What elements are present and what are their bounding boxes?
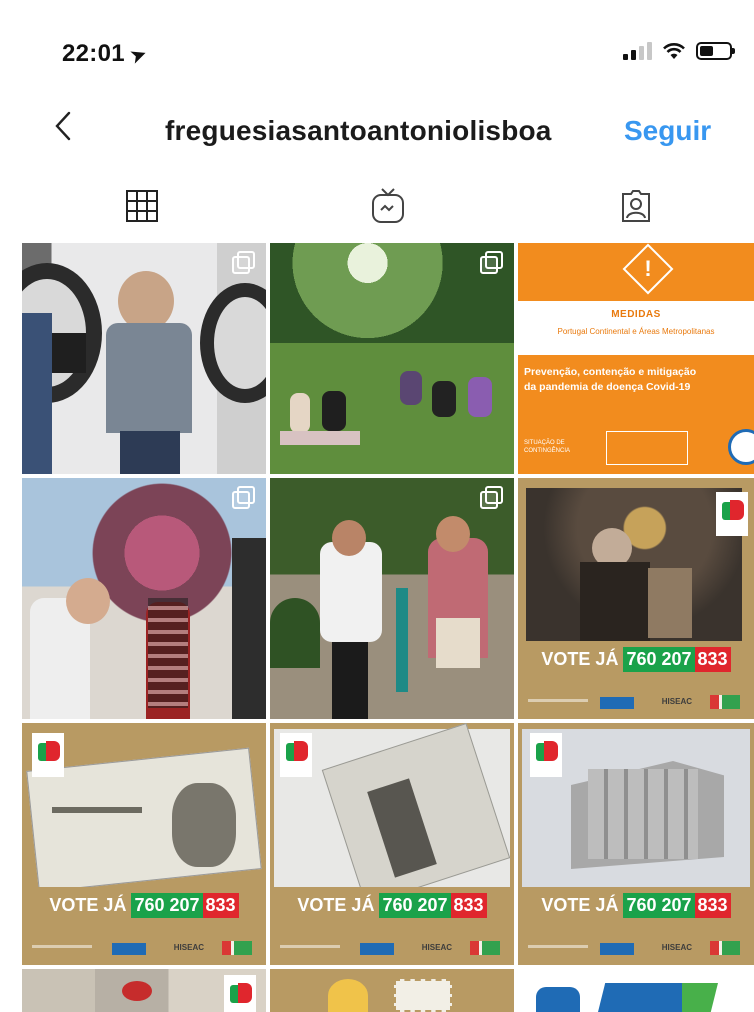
multiple-photos-icon (232, 486, 256, 510)
campaign-badge-icon (32, 733, 64, 777)
campaign-badge-icon (280, 733, 312, 777)
vote-prefix: VOTE JÁ (49, 895, 127, 915)
post-tile[interactable] (22, 243, 266, 474)
post-tile[interactable]: VOTE JÁ 760 207 833 HISEAC (518, 478, 754, 719)
vote-panel: VOTE JÁ 760 207 833 HISEAC (22, 887, 266, 965)
campaign-badge-icon (716, 492, 748, 536)
igtv-icon (372, 188, 404, 223)
poster-logo-box (606, 431, 688, 465)
signal-icon (623, 42, 652, 60)
poster-text: Prevenção, contenção e mitigação da pand… (524, 365, 752, 395)
sponsor-logo (112, 943, 146, 955)
post-tile[interactable] (518, 969, 754, 1012)
sponsor-hiseac: HISEAC (661, 697, 692, 706)
location-arrow-icon: ➤ (127, 43, 150, 68)
post-tile[interactable]: VOTE JÁ 760 207 833 HISEAC (22, 723, 266, 965)
poster-text-line: da pandemia de doença Covid-19 (524, 381, 691, 393)
sponsor-logo (600, 697, 634, 709)
poster-subtitle: Portugal Continental e Áreas Metropolita… (557, 327, 715, 336)
post-tile[interactable]: VOTE JÁ 760 207 833 HISEAC (518, 723, 754, 965)
tab-igtv[interactable] (366, 184, 410, 228)
post-tile[interactable] (270, 969, 514, 1012)
vote-number-red: 833 (694, 647, 731, 672)
wifi-icon (663, 43, 685, 59)
sponsor-hiseac: HISEAC (173, 943, 204, 952)
exclamation-icon: ! (644, 256, 652, 281)
sponsor-hiseac: HISEAC (661, 943, 692, 952)
multiple-photos-icon (480, 486, 504, 510)
multiple-photos-icon (480, 251, 504, 275)
multiple-photos-icon (232, 251, 256, 275)
poster-text-line: Prevenção, contenção e mitigação (524, 366, 697, 378)
post-tile[interactable]: VOTE JÁ 760 207 833 HISEAC (270, 723, 514, 965)
post-tile[interactable] (22, 478, 266, 719)
status-time: 22:01 ➤ (62, 40, 150, 68)
vote-prefix: VOTE JÁ (297, 895, 375, 915)
sponsor-flag-logo (710, 695, 740, 709)
vote-number-green: 760 207 (623, 893, 695, 918)
post-tile[interactable] (22, 969, 266, 1012)
vote-panel: VOTE JÁ 760 207 833 HISEAC (270, 887, 514, 965)
civil-protection-emblem-icon (728, 429, 754, 465)
poster-title: MEDIDAS (611, 309, 661, 320)
post-tile[interactable] (270, 478, 514, 719)
post-tile[interactable]: ! MEDIDAS Portugal Continental e Áreas M… (518, 243, 754, 474)
grid-icon (126, 190, 158, 222)
sponsor-logo (360, 943, 394, 955)
sponsor-logo (600, 943, 634, 955)
vote-number-green: 760 207 (131, 893, 203, 918)
back-chevron-icon[interactable] (54, 111, 72, 141)
post-tile[interactable] (270, 243, 514, 474)
follow-button[interactable]: Seguir (624, 115, 711, 147)
vote-panel: VOTE JÁ 760 207 833 HISEAC (518, 641, 754, 719)
sponsor-hiseac: HISEAC (421, 943, 452, 952)
tab-tagged[interactable] (614, 184, 658, 228)
profile-username: freguesiasantoantoniolisboa (165, 115, 552, 146)
vote-number-green: 760 207 (379, 893, 451, 918)
vote-prefix: VOTE JÁ (541, 895, 619, 915)
poster-banner: ! (518, 243, 754, 301)
poster-band: Prevenção, contenção e mitigação da pand… (518, 355, 754, 474)
status-bar: 22:01 ➤ (0, 0, 754, 90)
sponsor-flag-logo (710, 941, 740, 955)
battery-icon (696, 42, 735, 60)
vote-number-red: 833 (694, 893, 731, 918)
tagged-person-icon (622, 190, 650, 222)
sponsor-flag-logo (222, 941, 252, 955)
campaign-badge-icon (224, 975, 256, 1012)
vote-number-green: 760 207 (623, 647, 695, 672)
sponsor-flag-logo (470, 941, 500, 955)
vote-prefix: VOTE JÁ (541, 649, 619, 669)
profile-tabs (0, 178, 754, 238)
poster-small-text: SITUAÇÃO DE CONTINGÊNCIA (524, 440, 571, 454)
campaign-badge-icon (530, 733, 562, 777)
profile-header: freguesiasantoantoniolisboa Seguir (0, 95, 754, 165)
vote-panel: VOTE JÁ 760 207 833 HISEAC (518, 887, 754, 965)
tab-grid[interactable] (120, 184, 164, 228)
system-icons (623, 42, 735, 60)
vote-number-red: 833 (202, 893, 239, 918)
vote-number-red: 833 (450, 893, 487, 918)
